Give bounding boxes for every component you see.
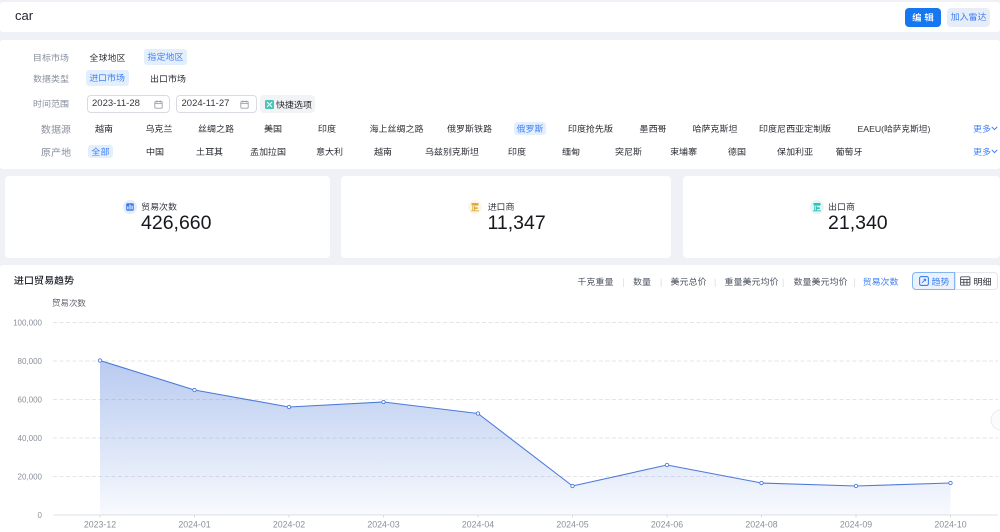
svg-text:2024-05: 2024-05	[556, 518, 588, 531]
svg-text:100,000: 100,000	[13, 318, 42, 329]
svg-text:2024-03: 2024-03	[367, 518, 399, 531]
svg-text:2024-01: 2024-01	[178, 518, 210, 531]
svg-text:80,000: 80,000	[18, 356, 43, 367]
svg-text:20,000: 20,000	[18, 472, 43, 483]
svg-text:40,000: 40,000	[18, 433, 43, 444]
svg-text:2024-09: 2024-09	[840, 518, 872, 531]
svg-text:2023-12: 2023-12	[84, 518, 116, 531]
svg-text:2024-04: 2024-04	[462, 518, 494, 531]
svg-text:2024-02: 2024-02	[273, 518, 305, 531]
svg-text:2024-08: 2024-08	[745, 518, 777, 531]
svg-text:2024-10: 2024-10	[934, 518, 966, 531]
svg-text:60,000: 60,000	[18, 395, 43, 406]
svg-text:贸易次数: 贸易次数	[52, 297, 87, 309]
svg-text:2024-06: 2024-06	[651, 518, 683, 531]
svg-text:0: 0	[38, 510, 43, 521]
